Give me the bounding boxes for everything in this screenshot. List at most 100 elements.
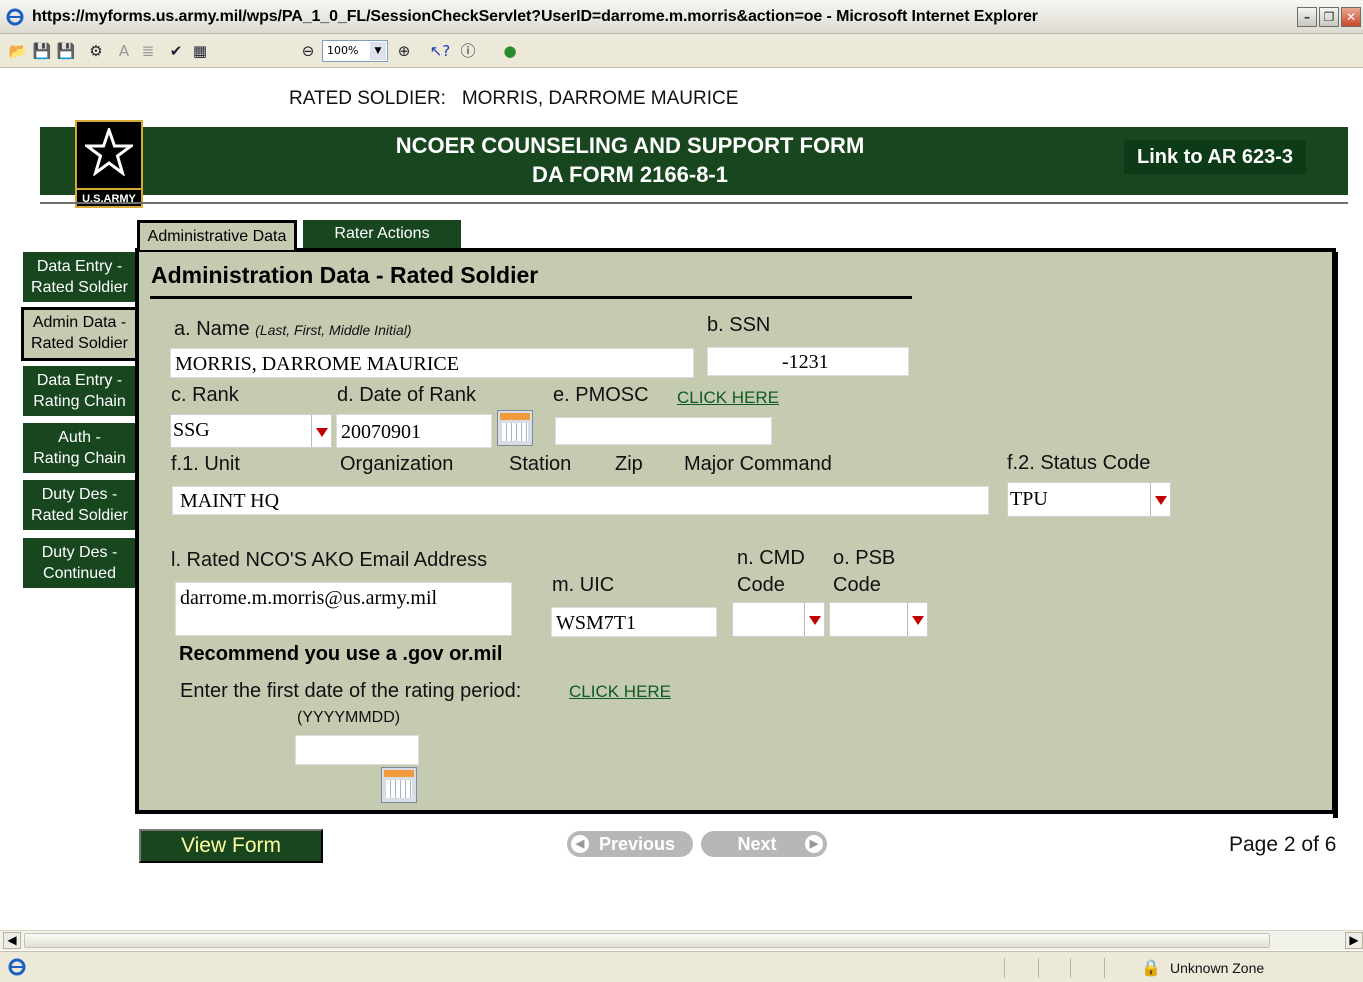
nav-data-entry-rated-soldier[interactable]: Data Entry - Rated Soldier	[23, 252, 136, 302]
date-format-hint: (YYYYMMDD)	[297, 709, 401, 726]
view-form-button[interactable]: View Form	[139, 829, 323, 863]
banner-divider	[40, 202, 1348, 204]
rated-soldier-line: RATED SOLDIER: MORRIS, DARROME MAURICE	[289, 88, 738, 110]
zoom-value: 100%	[327, 44, 359, 57]
pmosc-field[interactable]	[555, 417, 772, 445]
next-button[interactable]: Next ▶	[701, 831, 827, 857]
status-code-label: f.2. Status Code	[1007, 452, 1151, 474]
nav-label-line2: Continued	[43, 565, 116, 582]
status-divider	[1038, 958, 1039, 978]
unit-field[interactable]: MAINT HQ	[172, 486, 989, 515]
nav-label-line2: Rated Soldier	[31, 507, 128, 524]
first-date-field[interactable]	[295, 735, 419, 765]
heading-underline	[150, 296, 912, 299]
chevron-down-icon: ▼	[370, 42, 386, 60]
nav-label-line2: Rating Chain	[33, 393, 126, 410]
form-title-line1: NCOER COUNSELING AND SUPPORT FORM	[395, 133, 865, 158]
date-of-rank-label: d. Date of Rank	[337, 384, 476, 406]
zoom-select[interactable]: 100% ▼	[322, 40, 388, 62]
cmd-code-label-2: Code	[737, 574, 785, 596]
ie-logo-icon	[6, 8, 24, 26]
status-bar: 🔒 Unknown Zone	[0, 951, 1363, 982]
nav-admin-data-rated-soldier[interactable]: Admin Data - Rated Soldier	[21, 307, 138, 361]
close-icon[interactable]: ✕	[1341, 7, 1361, 27]
rank-label: c. Rank	[171, 384, 239, 406]
nav-label-line1: Data Entry -	[36, 258, 123, 275]
first-date-click-here-link[interactable]: CLICK HERE	[569, 682, 671, 702]
station-label: Station	[509, 453, 572, 475]
status-divider	[1104, 958, 1105, 978]
dropdown-arrow-icon	[1150, 483, 1170, 516]
tab-rater-actions[interactable]: Rater Actions	[303, 220, 461, 250]
ar-623-3-link[interactable]: Link to AR 623-3	[1124, 140, 1306, 174]
uic-label: m. UIC	[552, 574, 615, 596]
date-of-rank-field[interactable]: 20070901	[336, 414, 492, 448]
next-label: Next	[737, 834, 777, 854]
status-code-value: TPU	[1010, 488, 1048, 510]
calendar-grid	[386, 780, 412, 798]
minimize-icon[interactable]: –	[1297, 7, 1317, 27]
save-icon[interactable]: 💾	[30, 39, 54, 63]
status-divider	[1004, 958, 1005, 978]
organization-label: Organization	[340, 453, 454, 475]
browser-title-bar: https://myforms.us.army.mil/wps/PA_1_0_F…	[0, 0, 1363, 34]
nav-label-line2: Rated Soldier	[31, 335, 128, 352]
status-code-select[interactable]: TPU	[1007, 482, 1171, 517]
nav-duty-des-rated-soldier[interactable]: Duty Des - Rated Soldier	[23, 480, 136, 530]
settings-icon[interactable]: ⚙	[84, 39, 108, 63]
unit-label: f.1. Unit	[171, 453, 240, 475]
rank-select[interactable]: SSG	[170, 414, 332, 448]
open-folder-icon[interactable]: 📂	[6, 39, 30, 63]
form-title: NCOER COUNSELING AND SUPPORT FORM DA FOR…	[300, 131, 960, 189]
cmd-code-select[interactable]	[732, 602, 825, 637]
format-icon[interactable]: ≣	[136, 39, 160, 63]
pmosc-click-here-link[interactable]: CLICK HERE	[677, 388, 779, 408]
nav-duty-des-continued[interactable]: Duty Des - Continued	[23, 538, 136, 588]
font-icon[interactable]: A	[112, 39, 136, 63]
save-as-icon[interactable]: 💾	[54, 39, 78, 63]
nav-auth-rating-chain[interactable]: Auth - Rating Chain	[23, 423, 136, 473]
whats-this-icon[interactable]: ↖?	[428, 39, 452, 63]
army-star-logo: U.S.ARMY	[75, 120, 143, 208]
spellcheck-icon[interactable]: ✔	[164, 39, 188, 63]
first-date-label: Enter the first date of the rating perio…	[180, 680, 522, 702]
tab-administrative-data[interactable]: Administrative Data	[137, 220, 297, 250]
name-hint: (Last, First, Middle Initial)	[255, 322, 412, 338]
ssn-field[interactable]: -1231	[707, 347, 909, 376]
ako-email-field[interactable]: darrome.m.morris@us.army.mil	[175, 582, 512, 636]
page-indicator: Page 2 of 6	[1229, 833, 1337, 856]
scroll-thumb[interactable]	[24, 933, 1270, 948]
name-label-text: a. Name	[174, 318, 250, 340]
chevron-right-icon: ▶	[805, 835, 823, 853]
zoom-out-icon[interactable]: ⊖	[296, 39, 320, 63]
nav-label-line2: Rating Chain	[33, 450, 126, 467]
ssn-label: b. SSN	[707, 314, 771, 336]
nav-data-entry-rating-chain[interactable]: Data Entry - Rating Chain	[23, 366, 136, 416]
psb-code-select[interactable]	[829, 602, 928, 637]
ie-page-icon	[8, 958, 26, 976]
form-icon[interactable]: ▦	[188, 39, 212, 63]
nav-label-line2: Rated Soldier	[31, 279, 128, 296]
previous-label: Previous	[598, 834, 676, 854]
horizontal-scrollbar[interactable]: ◀ ▶	[0, 930, 1363, 950]
name-label: a. Name (Last, First, Middle Initial)	[174, 318, 412, 341]
email-label: l. Rated NCO'S AKO Email Address	[171, 549, 488, 571]
chevron-left-icon: ◀	[571, 835, 589, 853]
zoom-in-icon[interactable]: ⊕	[392, 39, 416, 63]
nav-label-line1: Duty Des -	[41, 544, 118, 561]
calendar-icon[interactable]	[497, 410, 533, 446]
previous-button[interactable]: ◀ Previous	[567, 831, 693, 857]
name-field[interactable]: MORRIS, DARROME MAURICE	[170, 348, 694, 378]
nav-label-line1: Auth -	[58, 429, 101, 446]
major-command-label: Major Command	[684, 453, 832, 475]
uic-field[interactable]: WSM7T1	[551, 607, 717, 637]
scroll-right-icon[interactable]: ▶	[1345, 932, 1363, 949]
calendar-header	[384, 770, 414, 777]
info-icon[interactable]: ●	[498, 39, 522, 63]
scroll-left-icon[interactable]: ◀	[3, 932, 21, 949]
lock-icon: 🔒	[1141, 960, 1161, 977]
restore-icon[interactable]: ❐	[1319, 7, 1339, 27]
rank-select-value: SSG	[173, 419, 210, 441]
help-icon[interactable]: ⓘ	[456, 39, 480, 63]
calendar-icon[interactable]	[381, 767, 417, 803]
